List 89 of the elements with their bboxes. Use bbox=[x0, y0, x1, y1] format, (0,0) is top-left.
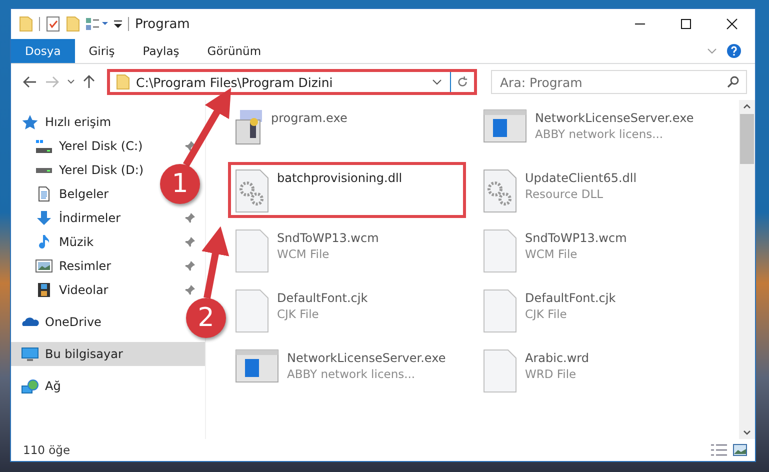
document-icon bbox=[38, 186, 50, 202]
back-button[interactable] bbox=[21, 74, 39, 90]
installer-icon bbox=[235, 109, 263, 145]
sidebar-item[interactable]: Yerel Disk (C:) bbox=[11, 134, 205, 158]
file-name[interactable]: DefaultFont.cjk bbox=[277, 291, 368, 305]
chevron-up-icon bbox=[743, 103, 751, 109]
right-arrow-icon bbox=[45, 76, 59, 88]
minimize-icon bbox=[634, 23, 646, 25]
large-icons-view-icon[interactable] bbox=[733, 444, 747, 456]
file-type: ABBY network licens... bbox=[287, 367, 416, 381]
pin-icon[interactable] bbox=[185, 141, 195, 151]
blank-file-icon bbox=[483, 229, 517, 273]
file-name[interactable]: batchprovisioning.dll bbox=[277, 171, 402, 185]
sidebar-item[interactable]: Hızlı erişim bbox=[11, 110, 122, 134]
scrollbar[interactable] bbox=[739, 100, 755, 439]
chevron-down-icon[interactable] bbox=[432, 79, 442, 85]
up-arrow-icon bbox=[83, 75, 95, 89]
file-type: WCM File bbox=[277, 247, 330, 261]
sidebar-item[interactable]: Belgeler bbox=[11, 182, 119, 206]
sidebar-item[interactable]: Müzik bbox=[11, 230, 205, 254]
refresh-icon bbox=[457, 76, 468, 88]
details-view-icon[interactable] bbox=[711, 444, 727, 456]
close-icon bbox=[726, 18, 738, 30]
pin-icon[interactable] bbox=[185, 237, 195, 247]
file-type: ABBY network licens... bbox=[535, 127, 664, 141]
maximize-icon bbox=[680, 18, 692, 30]
sidebar-item[interactable]: Bu bilgisayar bbox=[11, 342, 205, 366]
monitor-icon bbox=[21, 346, 39, 362]
file-name[interactable]: SndToWP13.wcm bbox=[525, 231, 627, 245]
folder-icon bbox=[19, 16, 33, 32]
window-icon bbox=[483, 109, 527, 143]
network-icon bbox=[21, 378, 39, 394]
chevron-down-icon bbox=[67, 79, 75, 85]
customize-toolbar-icon[interactable] bbox=[114, 19, 122, 29]
blank-file-icon bbox=[235, 289, 269, 333]
up-button[interactable] bbox=[81, 73, 97, 91]
file-type: WRD File bbox=[525, 367, 578, 381]
highlighted-file-item[interactable]: batchprovisioning.dll bbox=[228, 162, 466, 218]
file-name[interactable]: SndToWP13.wcm bbox=[277, 231, 379, 245]
ribbon-tab[interactable]: Dosya bbox=[11, 39, 75, 63]
music-note-icon bbox=[39, 235, 49, 249]
picture-icon bbox=[35, 259, 53, 273]
search-icon bbox=[727, 76, 739, 88]
address-path: C:\Program Files\Program Dizini bbox=[136, 74, 333, 90]
gears-file-icon bbox=[483, 169, 517, 213]
blank-file-icon bbox=[235, 229, 269, 273]
cloud-icon bbox=[21, 317, 39, 327]
window-icon bbox=[235, 349, 279, 383]
item-count: 110 öğe bbox=[23, 443, 70, 457]
ribbon-tab[interactable]: Paylaş bbox=[128, 39, 194, 63]
file-type: CJK File bbox=[277, 307, 320, 321]
drive-icon bbox=[35, 138, 53, 154]
file-type: WCM File bbox=[525, 247, 578, 261]
pin-icon[interactable] bbox=[185, 285, 195, 295]
file-name[interactable]: NetworkLicenseServer.exe bbox=[287, 351, 446, 365]
file-name[interactable]: DefaultFont.cjk bbox=[525, 291, 616, 305]
file-name[interactable]: Arabic.wrd bbox=[525, 351, 590, 365]
left-arrow-icon bbox=[23, 76, 37, 88]
scrollbar-thumb[interactable] bbox=[740, 114, 754, 164]
gears-file-icon bbox=[235, 169, 269, 213]
sidebar-item[interactable]: İndirmeler bbox=[11, 206, 205, 230]
file-type: CJK File bbox=[525, 307, 568, 321]
pin-icon[interactable] bbox=[185, 261, 195, 271]
window-title: Program bbox=[135, 16, 190, 32]
sidebar-item[interactable]: OneDrive bbox=[11, 310, 112, 334]
file-name[interactable]: NetworkLicenseServer.exe bbox=[535, 111, 694, 125]
pin-icon[interactable] bbox=[185, 213, 195, 223]
ribbon-tab[interactable]: Görünüm bbox=[193, 39, 276, 63]
address-bar[interactable]: C:\Program Files\Program Dizini bbox=[107, 69, 477, 95]
search-field[interactable]: Ara: Program bbox=[491, 70, 747, 94]
help-icon[interactable] bbox=[727, 44, 741, 58]
file-name[interactable]: UpdateClient65.dll bbox=[525, 171, 637, 185]
new-folder-icon bbox=[66, 16, 80, 32]
sidebar-item[interactable]: Yerel Disk (D:) bbox=[11, 158, 154, 182]
sidebar-item[interactable]: Ağ bbox=[11, 374, 71, 398]
file-type: Resource DLL bbox=[525, 187, 604, 201]
properties-icon[interactable] bbox=[46, 16, 60, 32]
sidebar-item[interactable]: Resimler bbox=[11, 254, 205, 278]
blank-file-icon bbox=[483, 289, 517, 333]
down-arrow-icon bbox=[36, 211, 52, 225]
chevron-down-icon bbox=[743, 430, 751, 436]
folder-icon bbox=[116, 74, 130, 90]
film-icon bbox=[38, 283, 50, 297]
view-options-icon[interactable] bbox=[86, 17, 108, 31]
file-name[interactable]: program.exe bbox=[271, 111, 348, 125]
drive-icon bbox=[35, 168, 53, 172]
ribbon-tab[interactable]: Giriş bbox=[74, 39, 129, 63]
blank-file-icon bbox=[483, 349, 517, 393]
star-icon bbox=[21, 114, 39, 130]
